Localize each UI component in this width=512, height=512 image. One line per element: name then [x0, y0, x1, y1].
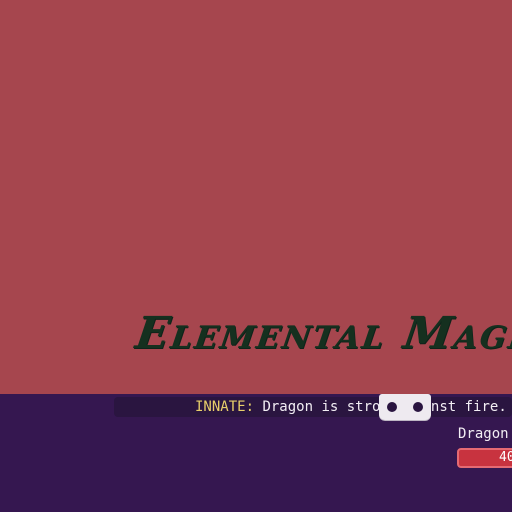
innate-tip-message-end: inst fire.	[422, 399, 507, 415]
enemy-hp-bar: 40	[457, 448, 512, 468]
game-title: Elemental Magi	[132, 308, 512, 359]
innate-tip-text: INNATE: Dragon is stro inst fire.	[195, 398, 507, 416]
enemy-hp-text: 40	[499, 450, 512, 465]
innate-tip-prefix: INNATE:	[195, 399, 255, 415]
left-eye-icon	[387, 402, 397, 412]
innate-tip-bar: INNATE: Dragon is stro inst fire.	[114, 397, 512, 417]
mascot-face-icon[interactable]	[379, 394, 431, 420]
enemy-name: Dragon	[458, 426, 509, 442]
right-eye-icon	[413, 402, 423, 412]
innate-tip-message-start: Dragon is stro	[262, 399, 381, 415]
